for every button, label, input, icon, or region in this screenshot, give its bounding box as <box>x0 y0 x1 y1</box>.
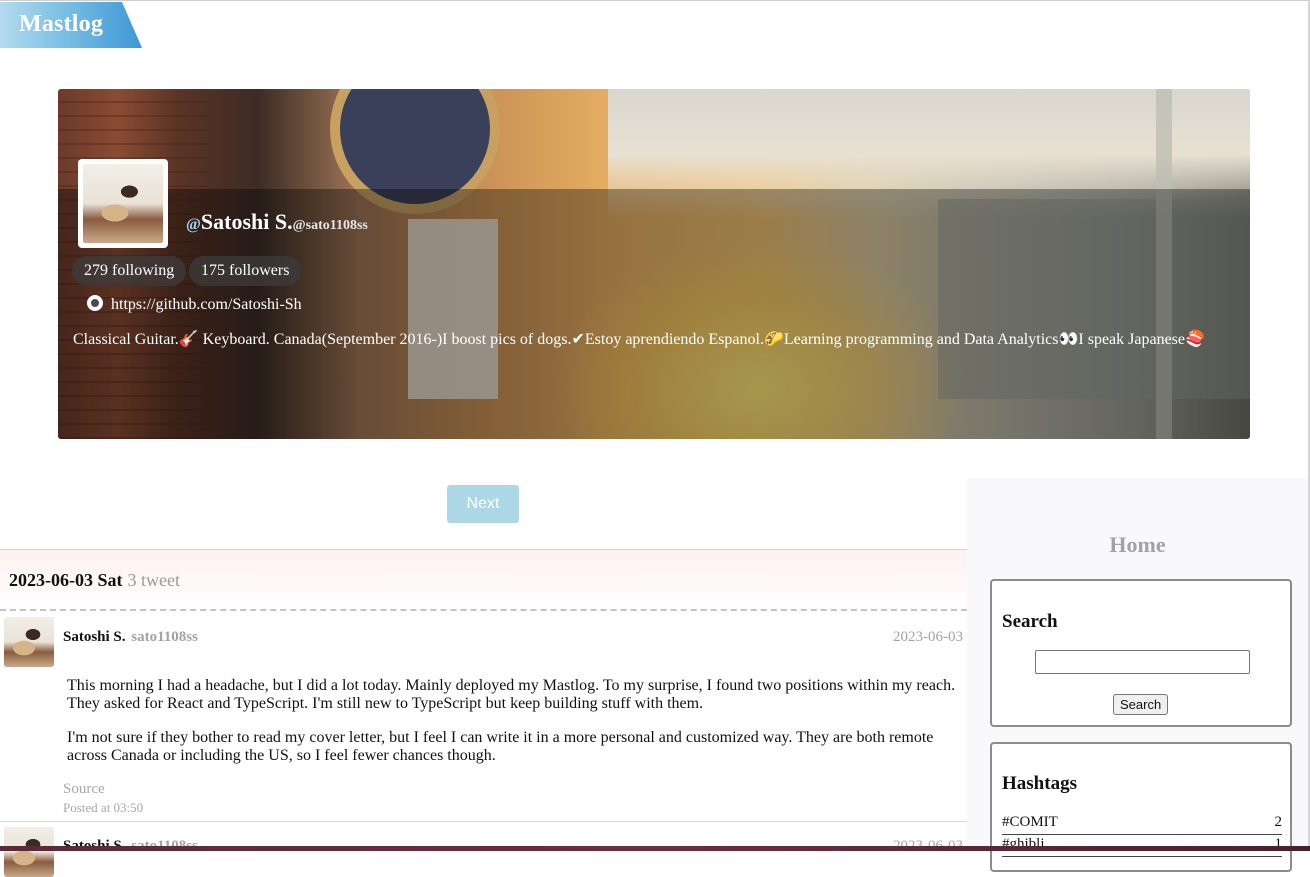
profile-bio: Classical Guitar.🎸 Keyboard. Canada(Sept… <box>73 331 1205 348</box>
day-header: 2023-06-03 Sat 3 tweet <box>0 549 967 611</box>
profile-name: Satoshi S. <box>200 209 293 234</box>
day-divider <box>0 609 967 611</box>
followers-count[interactable]: 175 followers <box>189 256 302 286</box>
app-logo[interactable]: Mastlog <box>0 2 142 48</box>
search-input[interactable] <box>1035 650 1250 674</box>
sidebar: Home Search Search Hashtags #COMIT 2 #gh… <box>967 478 1308 872</box>
post-posted-at: Posted at 03:50 <box>63 800 144 815</box>
post-source-link[interactable]: Source <box>63 781 105 798</box>
at-icon: @ <box>186 216 201 233</box>
hashtag-count: 2 <box>1274 814 1283 830</box>
day-tweet-count: 3 tweet <box>127 570 180 590</box>
post-author-username: sato1108ss <box>131 629 198 645</box>
taskbar-edge <box>0 846 1310 851</box>
hashtag-item[interactable]: #COMIT 2 <box>1002 814 1282 835</box>
profile-avatar-image <box>83 164 163 243</box>
hashtags-title: Hashtags <box>1002 773 1077 794</box>
hashtags-card: Hashtags #COMIT 2 #ghibli 1 <box>990 742 1292 872</box>
post-body: I'm not sure if they bother to read my c… <box>67 729 957 765</box>
search-button[interactable]: Search <box>1113 694 1169 715</box>
post-separator <box>0 821 967 822</box>
post-avatar[interactable] <box>4 617 54 667</box>
post-date: 2023-06-03 <box>893 629 963 645</box>
top-divider <box>0 0 1310 1</box>
github-link[interactable]: https://github.com/Satoshi-Sh <box>87 295 302 314</box>
post-author[interactable]: Satoshi S. sato1108ss <box>63 629 198 646</box>
home-link[interactable]: Home <box>967 532 1308 558</box>
app-logo-text: Mastlog <box>19 11 104 37</box>
post-avatar[interactable] <box>4 827 54 877</box>
search-title: Search <box>1002 611 1058 632</box>
post-paragraph: I'm not sure if they bother to read my c… <box>67 729 934 764</box>
post-author-name: Satoshi S. <box>63 629 126 645</box>
profile-handle: @sato1108ss <box>292 218 368 233</box>
profile-display-name[interactable]: @Satoshi S.@sato1108ss <box>186 209 368 235</box>
github-icon <box>87 295 103 311</box>
hashtag-name: #COMIT <box>1002 814 1058 830</box>
day-date: 2023-06-03 Sat 3 tweet <box>9 570 180 591</box>
profile-avatar[interactable] <box>78 159 168 248</box>
following-count[interactable]: 279 following <box>72 256 187 286</box>
post-body: This morning I had a headache, but I did… <box>67 677 957 713</box>
day-date-text: 2023-06-03 Sat <box>9 570 123 590</box>
next-button[interactable]: Next <box>447 485 519 523</box>
search-card: Search Search <box>990 579 1292 727</box>
post-paragraph: This morning I had a headache, but I did… <box>67 677 956 712</box>
github-url: https://github.com/Satoshi-Sh <box>111 296 302 313</box>
